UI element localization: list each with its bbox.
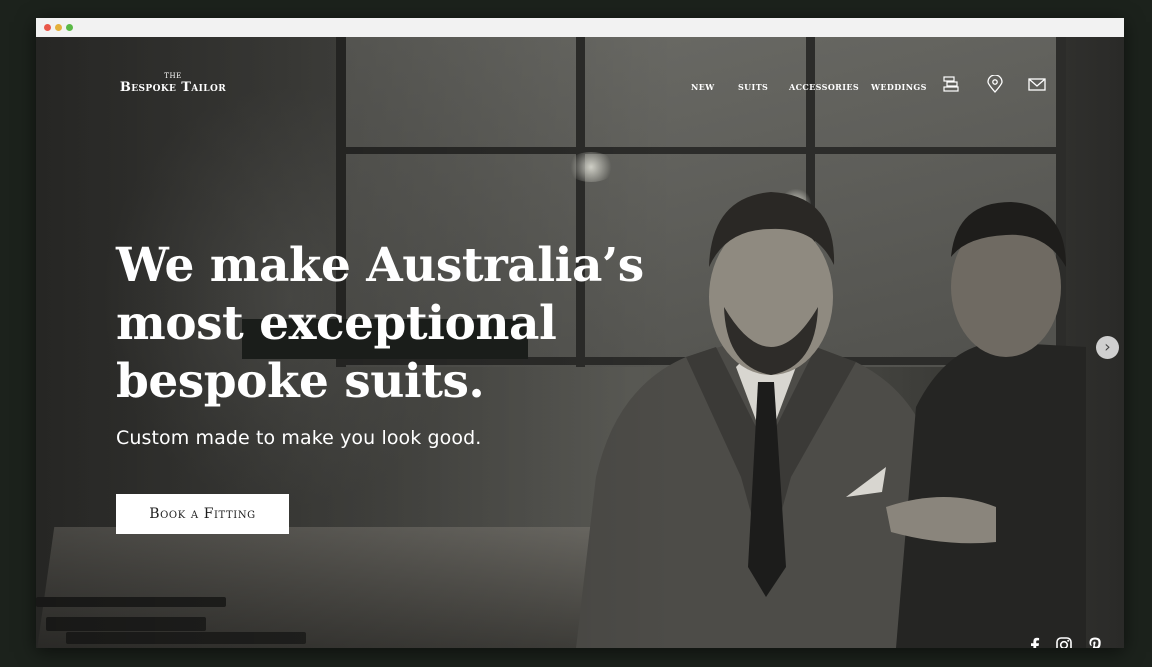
location-pin-icon[interactable] bbox=[985, 75, 1005, 93]
logo-prefix: THE bbox=[164, 72, 182, 80]
facebook-icon[interactable] bbox=[1025, 635, 1045, 648]
nav-item-new[interactable]: NEW bbox=[691, 82, 715, 92]
chevron-right-icon[interactable]: › bbox=[1096, 336, 1119, 359]
nav-item-weddings[interactable]: WEDDINGS bbox=[871, 82, 927, 92]
headline-line-3: bespoke suits. bbox=[116, 354, 485, 409]
hero-subheadline: Custom made to make you look good. bbox=[116, 427, 482, 449]
headline-line-2: most exceptional bbox=[116, 296, 557, 351]
hero-headline: We make Australia’s most exceptional bes… bbox=[116, 237, 676, 411]
close-window-button[interactable] bbox=[44, 24, 51, 31]
minimize-window-button[interactable] bbox=[55, 24, 62, 31]
site-logo[interactable]: THE Bespoke Tailor bbox=[116, 72, 230, 96]
pinterest-icon[interactable] bbox=[1085, 635, 1105, 648]
measure-icon[interactable] bbox=[942, 75, 962, 93]
nav-item-accessories[interactable]: ACCESSORIES bbox=[789, 82, 859, 92]
browser-toolbar bbox=[36, 18, 1124, 38]
logo-wordmark: Bespoke Tailor bbox=[119, 80, 227, 95]
top-navigation: THE Bespoke Tailor NEW SUITS ACCESSORIES… bbox=[36, 37, 1124, 107]
nav-item-suits[interactable]: SUITS bbox=[738, 82, 768, 92]
book-fitting-button[interactable]: Book a Fitting bbox=[116, 494, 289, 534]
maximize-window-button[interactable] bbox=[66, 24, 73, 31]
hero-section: THE Bespoke Tailor NEW SUITS ACCESSORIES… bbox=[36, 37, 1124, 648]
headline-line-1: We make Australia’s bbox=[116, 238, 644, 293]
instagram-icon[interactable] bbox=[1054, 635, 1074, 648]
browser-window: THE Bespoke Tailor NEW SUITS ACCESSORIES… bbox=[36, 18, 1124, 648]
mail-icon[interactable] bbox=[1027, 75, 1047, 93]
